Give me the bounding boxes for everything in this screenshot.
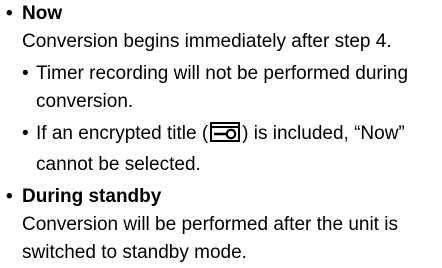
note-item: • Timer recording will not be performed … xyxy=(22,60,442,116)
section-body: Conversion will be performed after the u… xyxy=(22,214,398,263)
section-heading-row: • During standby xyxy=(6,183,442,211)
note-item: • If an encrypted title ( ) is included,… xyxy=(22,120,442,179)
bullet: • xyxy=(6,186,13,207)
section-body: Conversion begins immediately after step… xyxy=(22,31,392,52)
notes-list: • Timer recording will not be performed … xyxy=(22,60,442,179)
note-bullet: • xyxy=(22,123,29,144)
note-bullet: • xyxy=(22,63,29,84)
note-text-before: If an encrypted title ( xyxy=(36,123,209,144)
section-heading-row: • Now xyxy=(6,0,442,28)
note-text: If an encrypted title ( ) is included, “… xyxy=(36,120,442,179)
encrypted-title-icon xyxy=(210,122,241,151)
instruction-document: • Now Conversion begins immediately afte… xyxy=(6,0,442,267)
section-now: • Now Conversion begins immediately afte… xyxy=(6,0,442,179)
section-heading: During standby xyxy=(22,186,162,207)
section-heading: Now xyxy=(22,3,63,24)
note-text: Timer recording will not be performed du… xyxy=(36,63,409,112)
section-during-standby: • During standby Conversion will be perf… xyxy=(6,183,442,267)
bullet: • xyxy=(6,3,13,24)
